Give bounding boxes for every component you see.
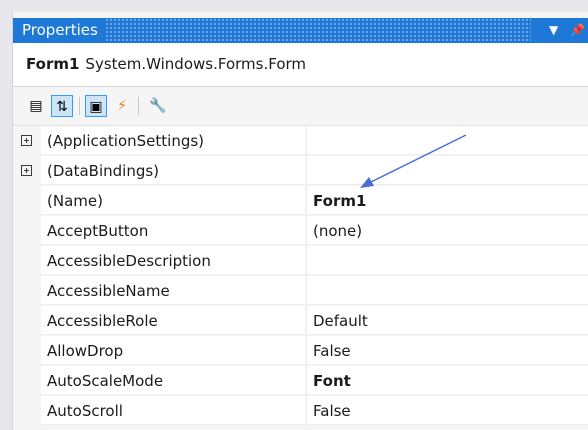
annotation-arrow — [360, 134, 467, 188]
properties-window: Properties ▼ 📌 Form1 System.Windows.Forms… — [12, 12, 588, 430]
annotation-arrow-head — [360, 177, 374, 188]
annotation-arrow-shaft — [366, 134, 467, 185]
